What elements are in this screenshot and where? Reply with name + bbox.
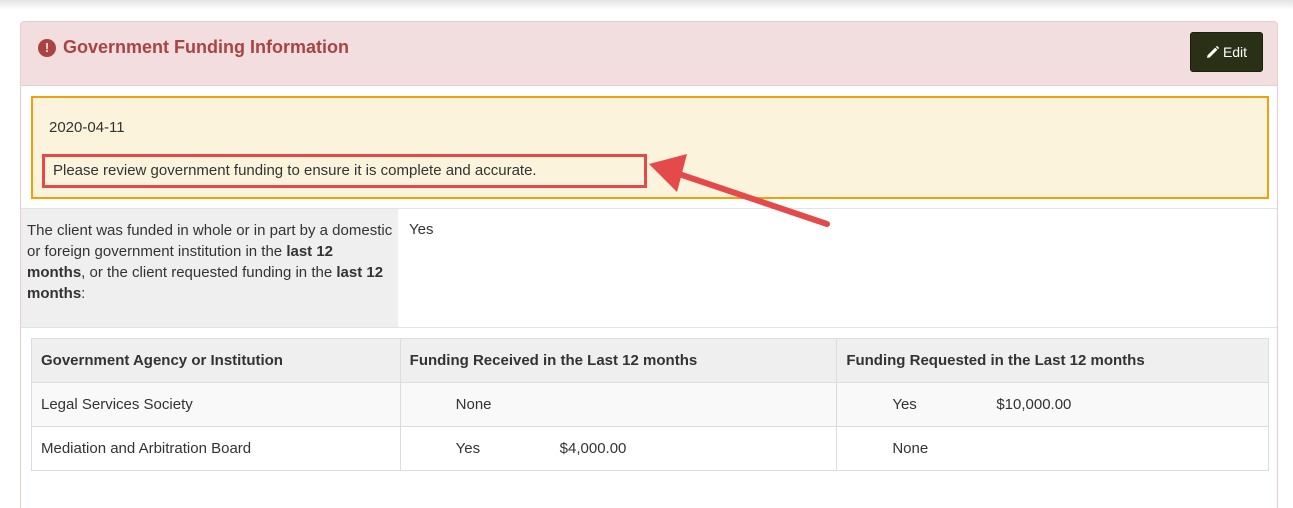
funding-table: Government Agency or Institution Funding… bbox=[31, 338, 1269, 471]
alert-message: Please review government funding to ensu… bbox=[53, 162, 537, 179]
panel-title-text: Government Funding Information bbox=[63, 37, 349, 57]
government-funding-panel: ! Government Funding Information Edit 20… bbox=[20, 21, 1278, 508]
column-header-agency: Government Agency or Institution bbox=[31, 338, 401, 383]
requested-amount: $10,000.00 bbox=[996, 396, 1072, 413]
column-header-received: Funding Received in the Last 12 months bbox=[399, 338, 838, 383]
alert-message-highlight: Please review government funding to ensu… bbox=[42, 154, 647, 188]
panel-heading: ! Government Funding Information Edit bbox=[21, 22, 1277, 86]
received-amount: $4,000.00 bbox=[559, 440, 627, 457]
agency-cell: Mediation and Arbitration Board bbox=[31, 426, 401, 471]
page-top-shadow bbox=[0, 0, 1293, 10]
question-text: : bbox=[81, 285, 86, 302]
column-header-requested: Funding Requested in the Last 12 months bbox=[836, 338, 1269, 383]
funding-question-label: The client was funded in whole or in par… bbox=[21, 209, 398, 327]
table-row: Legal Services Society None Yes $10,000.0… bbox=[31, 382, 1269, 427]
requested-cell: None bbox=[836, 426, 1269, 471]
table-row: Mediation and Arbitration Board Yes $4,00… bbox=[31, 426, 1269, 471]
requested-flag: None bbox=[892, 440, 929, 457]
question-text: The client was funded in whole or in par… bbox=[27, 222, 393, 260]
exclamation-circle-icon: ! bbox=[38, 38, 56, 57]
agency-cell: Legal Services Society bbox=[31, 382, 401, 427]
edit-button[interactable]: Edit bbox=[1190, 32, 1263, 72]
received-flag: None bbox=[455, 396, 492, 413]
received-flag: Yes bbox=[455, 440, 481, 457]
arrow-annotation-icon bbox=[649, 154, 830, 227]
received-cell: None bbox=[399, 382, 838, 427]
question-text: , or the client requested funding in the bbox=[81, 264, 337, 281]
funding-question-answer: Yes bbox=[409, 221, 434, 238]
requested-cell: Yes $10,000.00 bbox=[836, 382, 1269, 427]
edit-button-label: Edit bbox=[1222, 44, 1248, 60]
panel-title: ! Government Funding Information bbox=[38, 37, 349, 58]
received-cell: Yes $4,000.00 bbox=[399, 426, 838, 471]
requested-flag: Yes bbox=[892, 396, 917, 413]
alert-date: 2020-04-11 bbox=[49, 119, 125, 136]
pencil-icon bbox=[1206, 45, 1219, 58]
table-header-row: Government Agency or Institution Funding… bbox=[31, 338, 1269, 383]
